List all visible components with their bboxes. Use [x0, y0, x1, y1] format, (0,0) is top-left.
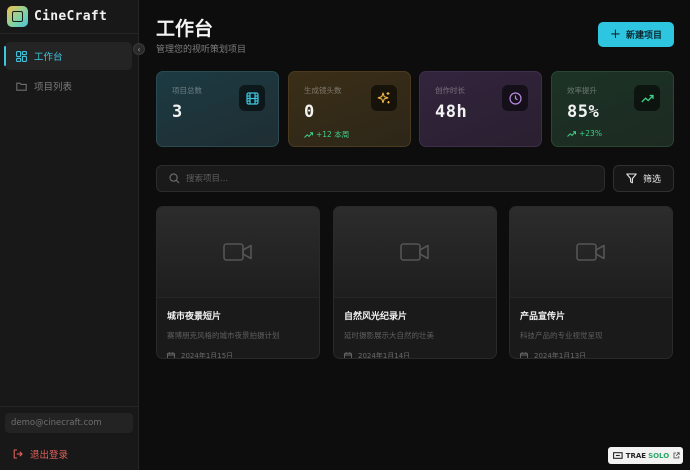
app-logo: [7, 6, 28, 27]
trending-up-icon: [567, 130, 576, 137]
stat-card-creation-time: 创作时长 48h: [419, 71, 542, 147]
badge-text-solo: SOLO: [648, 451, 670, 460]
new-project-label: 新建项目: [625, 31, 662, 41]
project-title: 产品宣传片: [520, 312, 566, 322]
project-title: 城市夜景短片: [167, 312, 222, 322]
grid-icon: [16, 50, 27, 62]
external-link-icon: [673, 452, 680, 459]
sidebar: CineCraft 工作台 项目列表 demo@cinecraft.com 退出…: [0, 0, 139, 470]
app-name: CineCraft: [34, 9, 108, 24]
calendar-icon: [167, 352, 175, 358]
trae-logo-icon: [613, 452, 623, 459]
page-title: 工作台: [156, 18, 214, 40]
calendar-icon: [344, 352, 352, 358]
new-project-button[interactable]: + 新建项目: [598, 22, 674, 47]
plus-icon: +: [610, 27, 621, 42]
film-icon: [239, 85, 265, 111]
project-thumbnail: [334, 207, 496, 298]
project-date-text: 2024年1月15日: [181, 352, 234, 359]
filter-icon: [626, 173, 637, 184]
sidebar-item-label: 工作台: [34, 52, 63, 63]
project-thumbnail: [510, 207, 672, 298]
search-icon: [169, 173, 180, 184]
search-bar[interactable]: [156, 165, 605, 192]
video-camera-icon: [400, 243, 429, 261]
trending-up-icon: [304, 131, 313, 138]
stat-delta: +23%: [567, 129, 673, 138]
project-description: 延时摄影展示大自然的壮美: [344, 331, 434, 340]
sidebar-item-label: 项目列表: [34, 82, 73, 93]
trending-up-icon: [634, 85, 660, 111]
page-subtitle: 管理您的视听策划项目: [156, 45, 247, 55]
logout-label: 退出登录: [30, 450, 69, 461]
project-card[interactable]: 城市夜景短片 赛博朋克风格的城市夜景拍摄计划 2024年1月15日: [156, 206, 320, 359]
project-card[interactable]: 产品宣传片 科技产品的专业视觉呈现 2024年1月13日: [509, 206, 673, 359]
stat-delta-text: +12 本周: [316, 130, 350, 139]
sidebar-footer: demo@cinecraft.com 退出登录: [0, 406, 139, 470]
video-camera-icon: [223, 243, 252, 261]
sidebar-item-dashboard[interactable]: 工作台: [4, 42, 132, 70]
stat-card-generated-shots: 生成镜头数 0 +12 本周: [288, 71, 411, 147]
project-description: 赛博朋克风格的城市夜景拍摄计划: [167, 331, 280, 340]
filter-label: 筛选: [642, 175, 661, 185]
badge-text-trae: TRAE: [625, 451, 647, 460]
project-title: 自然风光纪录片: [344, 312, 408, 322]
collapse-sidebar-button[interactable]: ‹: [133, 43, 145, 55]
chevron-left-icon: ‹: [137, 44, 141, 54]
user-email: demo@cinecraft.com: [5, 413, 133, 433]
project-date: 2024年1月14日: [344, 351, 496, 359]
brand[interactable]: CineCraft: [0, 0, 138, 34]
stat-delta-text: +23%: [579, 129, 602, 138]
sidebar-item-projects[interactable]: 项目列表: [5, 72, 132, 100]
project-description: 科技产品的专业视觉呈现: [520, 331, 603, 340]
stat-card-efficiency: 效率提升 85% +23%: [551, 71, 674, 147]
logout-icon: [13, 449, 23, 459]
stat-delta: +12 本周: [304, 129, 410, 140]
project-date: 2024年1月15日: [167, 351, 319, 359]
video-camera-icon: [576, 243, 605, 261]
calendar-icon: [520, 352, 528, 358]
folder-icon: [16, 81, 27, 92]
filter-button[interactable]: 筛选: [613, 165, 674, 192]
stat-card-total-projects: 项目总数 3: [156, 71, 279, 147]
project-date-text: 2024年1月13日: [534, 352, 587, 359]
stats-row: 项目总数 3 生成镜头数 0 +12 本周 创作时长 48h 效率提升 85% …: [156, 71, 674, 147]
logout-button[interactable]: 退出登录: [0, 447, 139, 461]
clock-icon: [502, 85, 528, 111]
project-thumbnail: [157, 207, 319, 298]
search-input[interactable]: [186, 173, 586, 184]
project-card[interactable]: 自然风光纪录片 延时摄影展示大自然的壮美 2024年1月14日: [333, 206, 497, 359]
sparkles-icon: [371, 85, 397, 111]
project-date: 2024年1月13日: [520, 351, 672, 359]
project-date-text: 2024年1月14日: [358, 352, 411, 359]
sidebar-nav: 工作台 项目列表: [0, 34, 138, 100]
trae-solo-badge[interactable]: TRAE SOLO: [608, 447, 683, 464]
